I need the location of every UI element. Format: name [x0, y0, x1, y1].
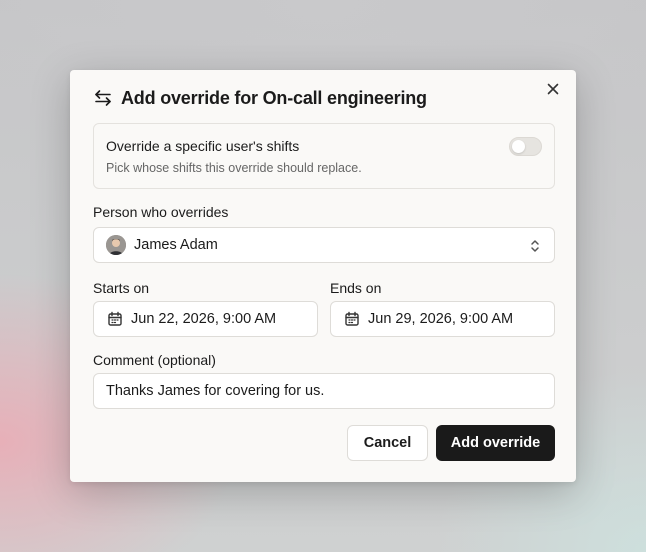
close-button[interactable]: [544, 80, 562, 98]
specific-user-title: Override a specific user's shifts: [106, 138, 300, 154]
specific-user-card: Override a specific user's shifts Pick w…: [93, 123, 555, 189]
dialog-title: Add override for On-call engineering: [121, 87, 427, 108]
comment-label: Comment (optional): [93, 352, 216, 368]
person-value: James Adam: [134, 237, 218, 253]
close-icon: [547, 83, 559, 95]
swap-arrows-icon: [93, 88, 113, 108]
calendar-icon: [344, 311, 360, 327]
person-label: Person who overrides: [93, 204, 229, 220]
ends-label: Ends on: [330, 280, 382, 296]
add-override-button[interactable]: Add override: [436, 425, 555, 461]
comment-value: Thanks James for covering for us.: [106, 383, 325, 399]
avatar: [106, 235, 126, 255]
comment-input[interactable]: Thanks James for covering for us.: [93, 373, 555, 409]
specific-user-toggle[interactable]: [509, 137, 542, 156]
calendar-icon: [107, 311, 123, 327]
add-override-dialog: Add override for On-call engineering Ove…: [70, 70, 576, 482]
starts-value: Jun 22, 2026, 9:00 AM: [131, 311, 277, 327]
dialog-header: Add override for On-call engineering: [93, 86, 562, 110]
specific-user-description: Pick whose shifts this override should r…: [106, 161, 362, 175]
cancel-button[interactable]: Cancel: [347, 425, 428, 461]
chevrons-up-down-icon: [528, 238, 542, 254]
ends-value: Jun 29, 2026, 9:00 AM: [368, 311, 514, 327]
person-select[interactable]: James Adam: [93, 227, 555, 263]
starts-label: Starts on: [93, 280, 150, 296]
starts-date-picker[interactable]: Jun 22, 2026, 9:00 AM: [93, 301, 318, 337]
toggle-knob: [512, 140, 525, 153]
ends-date-picker[interactable]: Jun 29, 2026, 9:00 AM: [330, 301, 555, 337]
